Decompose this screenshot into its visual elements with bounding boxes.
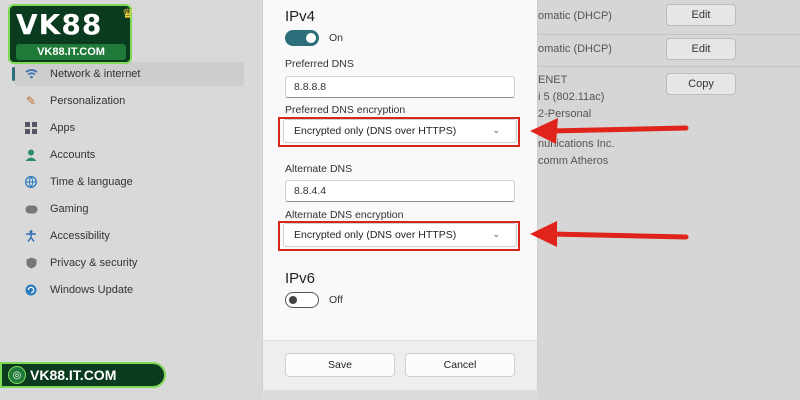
badge-text: VK88.IT.COM xyxy=(30,367,117,383)
vk88-logo: VK88 ♛ VK88.IT.COM xyxy=(8,4,134,64)
vk88-badge: ◎ VK88.IT.COM xyxy=(0,362,166,388)
arrow-icon xyxy=(530,221,689,247)
arrow-icon xyxy=(530,118,689,144)
logo-subtext: VK88.IT.COM xyxy=(16,44,126,60)
logo-text: VK88 xyxy=(16,8,103,41)
globe-icon: ◎ xyxy=(8,366,26,384)
crown-icon: ♛ xyxy=(122,6,134,21)
